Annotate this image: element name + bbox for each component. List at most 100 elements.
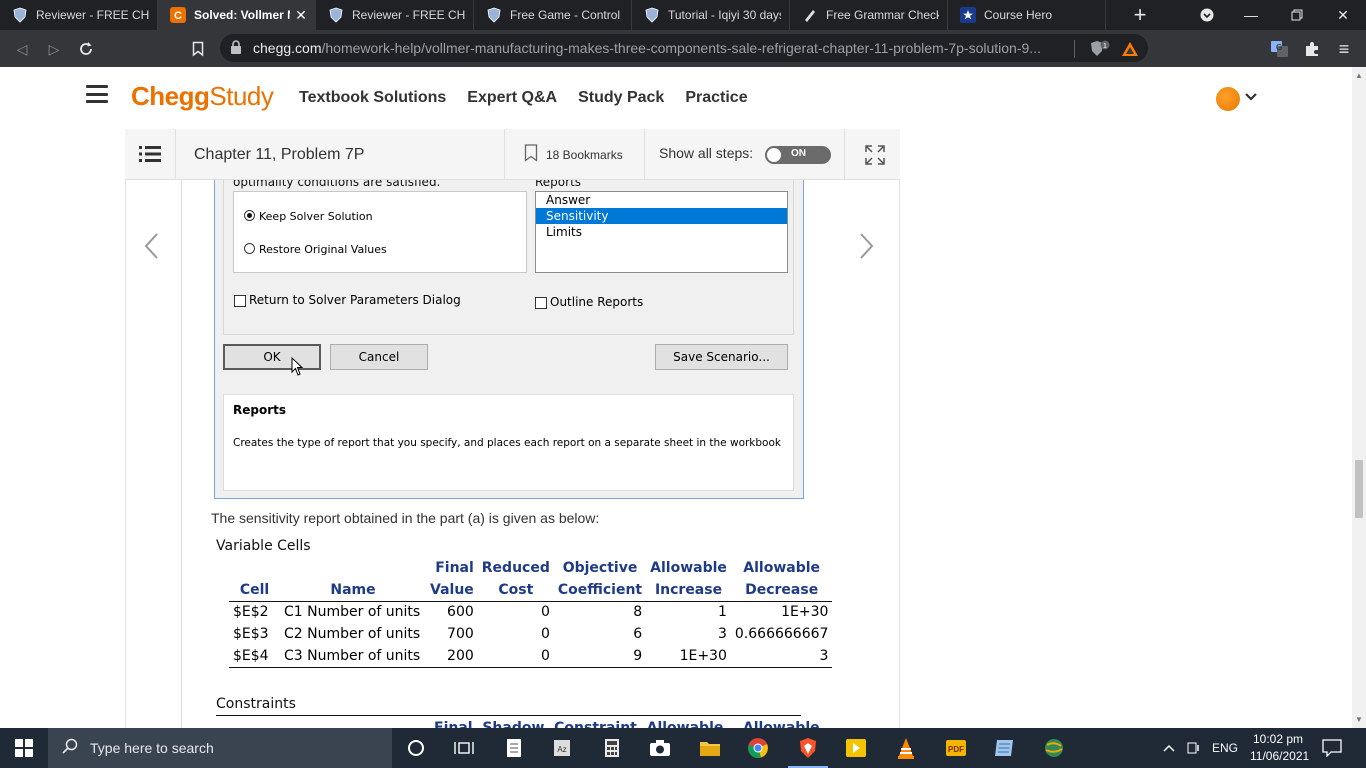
tab-title: Reviewer - FREE CHEGG xyxy=(36,8,149,22)
reload-icon[interactable] xyxy=(74,37,98,61)
explanation-text: The sensitivity report obtained in the p… xyxy=(211,510,600,526)
dictionary-app-icon[interactable]: Az xyxy=(538,732,586,764)
tab-search-icon[interactable] xyxy=(1184,0,1230,30)
description-text: Creates the type of report that you spec… xyxy=(233,437,781,449)
browser-tab[interactable]: Free Grammar Check | xyxy=(790,0,948,30)
brave-browser-icon[interactable] xyxy=(784,732,832,768)
media-player-icon[interactable] xyxy=(832,732,880,764)
browser-tab[interactable]: Free Game - Control [E xyxy=(474,0,632,30)
chrome-icon[interactable] xyxy=(734,732,782,764)
variable-cells-title: Variable Cells xyxy=(216,538,311,554)
star-favicon-icon xyxy=(960,7,976,23)
brave-rewards-icon[interactable] xyxy=(1118,37,1142,61)
show-all-steps-toggle[interactable]: ON xyxy=(765,146,831,164)
show-hidden-icons-icon[interactable] xyxy=(1162,728,1176,768)
bookmarks-button[interactable]: 18 Bookmarks xyxy=(524,144,623,165)
calculator-icon[interactable] xyxy=(588,732,636,764)
cancel-button[interactable]: Cancel xyxy=(330,344,428,370)
browser-tab-active[interactable]: C Solved: Vollmer Manufacturing ✕ xyxy=(158,0,316,30)
svg-text:Az: Az xyxy=(557,745,566,754)
page-scrollbar[interactable]: ▲ ▼ xyxy=(1352,67,1366,728)
scroll-up-icon[interactable]: ▲ xyxy=(1355,71,1363,80)
new-tab-icon[interactable]: + xyxy=(1120,0,1160,30)
return-to-params-checkbox[interactable] xyxy=(234,295,246,307)
divider xyxy=(644,129,645,180)
previous-arrow-icon[interactable] xyxy=(142,232,162,260)
translate-icon[interactable]: G xyxy=(1268,37,1292,61)
search-placeholder: Type here to search xyxy=(90,740,214,756)
device-icon[interactable] xyxy=(1187,728,1201,768)
next-arrow-icon[interactable] xyxy=(856,232,876,260)
browser-tabstrip: Reviewer - FREE CHEGG C Solved: Vollmer … xyxy=(0,0,1366,30)
camera-icon[interactable] xyxy=(636,732,684,764)
avatar[interactable] xyxy=(1216,87,1240,111)
shield-favicon-icon xyxy=(12,7,28,23)
table-row: $E$4 C3 Number of units 200 0 9 1E+30 3 xyxy=(229,645,833,668)
address-bar[interactable]: chegg.com/homework-help/vollmer-manufact… xyxy=(220,34,1148,62)
browser-tab[interactable]: Reviewer - FREE CHEGG xyxy=(316,0,474,30)
expand-icon[interactable] xyxy=(864,144,886,171)
ok-button[interactable]: OK xyxy=(223,344,321,370)
return-to-params-label: Return to Solver Parameters Dialog xyxy=(249,293,461,307)
minimize-icon[interactable]: — xyxy=(1228,0,1274,30)
nav-textbook-solutions[interactable]: Textbook Solutions xyxy=(299,89,446,107)
toggle-knob xyxy=(767,148,781,162)
taskbar-search-input[interactable]: Type here to search xyxy=(48,728,392,768)
tab-title: Reviewer - FREE CHEGG xyxy=(352,8,465,22)
notepad-icon[interactable] xyxy=(490,732,538,764)
system-clock[interactable]: 10:02 pm 11/06/2021 xyxy=(1250,731,1310,765)
solver-results-dialog-image: optimality conditions are satisfied. Rep… xyxy=(214,168,804,499)
tab-title: Free Grammar Check | xyxy=(826,8,939,22)
search-icon xyxy=(62,738,78,759)
shield-favicon-icon xyxy=(486,7,502,23)
close-window-icon[interactable]: ✕ xyxy=(1320,0,1366,30)
nav-expert-qa[interactable]: Expert Q&A xyxy=(467,89,557,107)
restore-icon[interactable] xyxy=(1274,0,1320,30)
notes-app-icon[interactable] xyxy=(980,732,1028,764)
chegg-study-logo[interactable]: CheggStudy xyxy=(131,81,274,112)
scrollbar-thumb[interactable] xyxy=(1355,460,1363,518)
svg-text:PDF: PDF xyxy=(948,745,964,754)
cortana-icon[interactable] xyxy=(392,732,440,764)
solution-toolbar: Chapter 11, Problem 7P 18 Bookmarks Show… xyxy=(125,129,900,180)
globe-app-icon[interactable] xyxy=(1030,732,1078,764)
hamburger-menu-icon[interactable] xyxy=(86,85,108,103)
notifications-icon[interactable] xyxy=(1322,728,1342,768)
constraints-title: Constraints xyxy=(216,696,296,712)
nav-study-pack[interactable]: Study Pack xyxy=(578,89,664,107)
mouse-cursor-icon xyxy=(291,356,304,381)
file-explorer-icon[interactable] xyxy=(686,732,734,764)
menu-icon[interactable]: ≡ xyxy=(1332,37,1356,61)
task-view-icon[interactable] xyxy=(440,732,488,764)
clock-date: 11/06/2021 xyxy=(1250,749,1310,763)
browser-tab[interactable]: Reviewer - FREE CHEGG xyxy=(0,0,158,30)
chegg-favicon-icon: C xyxy=(170,7,186,23)
input-language[interactable]: ENG xyxy=(1212,728,1238,768)
svg-text:G: G xyxy=(1276,43,1282,52)
tab-title: Solved: Vollmer Manufacturing xyxy=(194,8,290,22)
table-rule xyxy=(216,715,801,716)
save-scenario-button[interactable]: Save Scenario... xyxy=(655,344,788,370)
brave-shield-icon[interactable]: 1 xyxy=(1086,37,1114,61)
vlc-icon[interactable] xyxy=(882,732,930,764)
pdf-app-icon[interactable]: PDF xyxy=(932,732,980,764)
scroll-down-icon[interactable]: ▼ xyxy=(1355,715,1363,724)
back-icon[interactable]: ◁ xyxy=(10,37,34,61)
windows-start-icon[interactable] xyxy=(0,728,48,768)
list-icon[interactable] xyxy=(139,145,161,168)
tab-title: Free Game - Control [E xyxy=(510,8,623,22)
show-all-steps-label: Show all steps: xyxy=(659,145,754,161)
bookmark-icon[interactable] xyxy=(186,37,210,61)
close-tab-icon[interactable]: ✕ xyxy=(294,7,308,24)
pen-favicon-icon xyxy=(802,7,818,23)
extensions-puzzle-icon[interactable] xyxy=(1300,37,1324,61)
divider xyxy=(844,129,845,180)
forward-icon[interactable]: ▷ xyxy=(42,37,66,61)
chevron-down-icon[interactable] xyxy=(1244,89,1258,107)
browser-tab[interactable]: Tutorial - Iqiyi 30 days xyxy=(632,0,790,30)
nav-practice[interactable]: Practice xyxy=(685,89,747,107)
browser-tab[interactable]: Course Hero xyxy=(948,0,1106,30)
main-nav: Textbook Solutions Expert Q&A Study Pack… xyxy=(299,89,748,107)
url-text: chegg.com/homework-help/vollmer-manufact… xyxy=(253,40,1041,56)
outline-reports-checkbox[interactable] xyxy=(535,297,547,309)
